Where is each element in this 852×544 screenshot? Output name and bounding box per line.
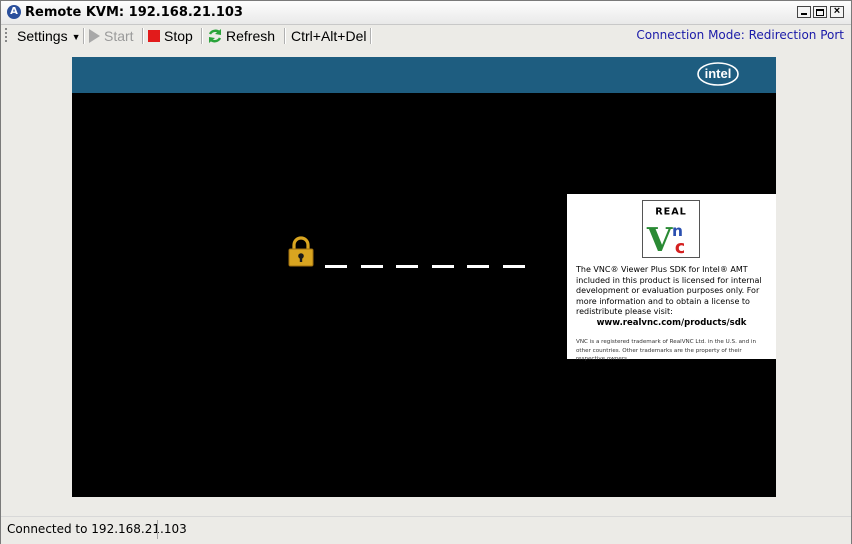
password-mask-dash [431,265,454,268]
svg-text:V: V [646,220,673,258]
stop-button[interactable]: Stop [148,27,193,45]
svg-text:c: c [675,238,685,258]
lock-icon [288,236,314,267]
stop-label: Stop [164,28,193,44]
ctrl-alt-del-button[interactable]: Ctrl+Alt+Del [291,27,366,45]
close-button[interactable]: × [830,6,844,18]
remote-screen[interactable]: intel REAL V n c The VNC® Viewer Plus SD… [72,57,776,497]
password-mask-dash [325,265,347,268]
start-label: Start [104,28,134,44]
window-title: Remote KVM: 192.168.21.103 [25,5,243,20]
status-bar: Connected to 192.168.21.103 [1,516,851,544]
vnc-license-text: The VNC® Viewer Plus SDK for Intel® AMT … [576,265,762,317]
settings-label: Settings [17,28,68,44]
play-icon [89,29,100,43]
chevron-down-icon: ▼ [71,32,81,42]
intel-logo: intel [697,62,739,86]
stop-icon [148,30,160,42]
realvnc-notice: REAL V n c The VNC® Viewer Plus SDK for … [567,194,776,362]
toolbar-separator [370,28,372,44]
status-separator [157,520,158,539]
app-icon: A [7,5,21,19]
vnc-trademark-text: VNC is a registered trademark of RealVNC… [576,339,757,362]
intel-banner: intel [72,57,776,93]
toolbar-separator [201,28,203,44]
toolbar-separator [284,28,286,44]
maximize-button[interactable] [813,6,827,18]
svg-text:n: n [672,222,683,240]
remote-kvm-window: A Remote KVM: 192.168.21.103 × Settings ▼… [0,0,852,544]
start-button[interactable]: Start [89,27,134,45]
toolbar-separator [83,28,85,44]
connection-mode-label: Connection Mode: Redirection Port [636,28,844,42]
refresh-icon [208,29,222,43]
connection-status: Connected to 192.168.21.103 [7,522,187,536]
refresh-button[interactable]: Refresh [207,27,275,45]
realvnc-logo-text: REAL [655,207,686,218]
refresh-label: Refresh [226,28,276,44]
settings-menu-button[interactable]: Settings ▼ [17,27,81,45]
password-mask-dash [360,265,383,268]
minimize-button[interactable] [797,6,811,18]
intel-logo-text: intel [705,66,732,81]
realvnc-logo: REAL V n c [642,200,700,258]
toolbar-grip[interactable] [5,28,7,44]
password-mask-dash [467,265,489,268]
password-mask-dash [502,265,525,268]
vnc-sdk-url[interactable]: www.realvnc.com/products/sdk [567,318,776,328]
title-bar[interactable]: A Remote KVM: 192.168.21.103 × [1,1,851,25]
toolbar-separator [142,28,144,44]
password-mask-dash [396,265,418,268]
